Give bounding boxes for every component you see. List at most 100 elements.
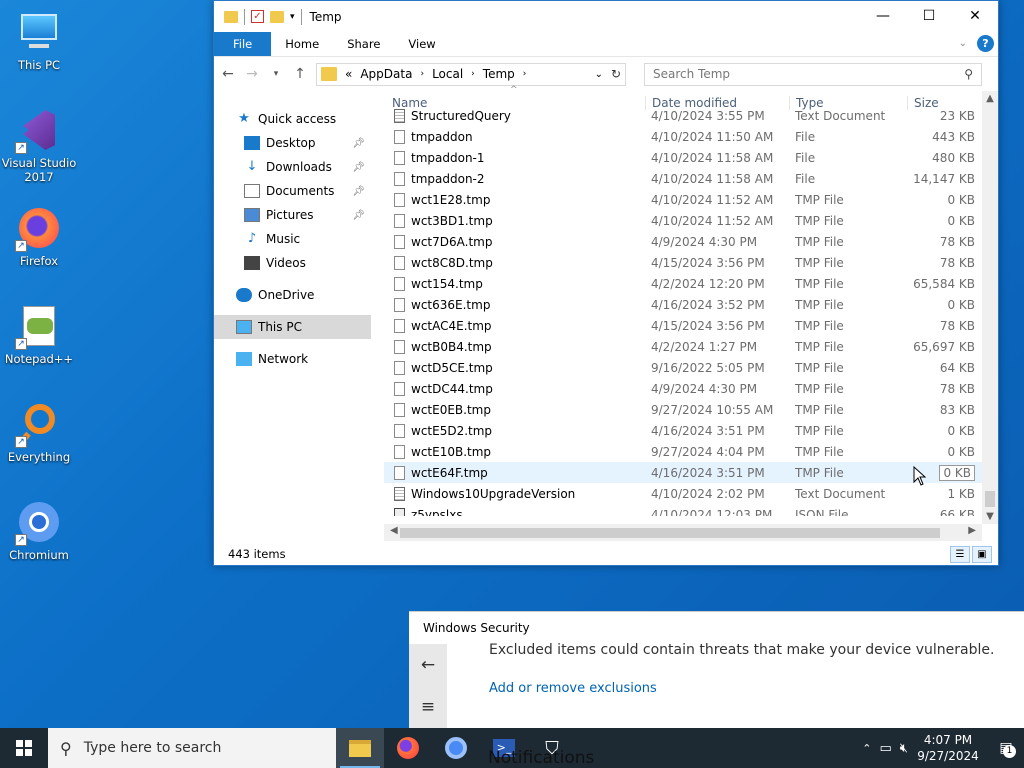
file-size: 0 KB: [947, 192, 975, 207]
search-input[interactable]: Search Temp ⚲: [644, 62, 982, 86]
maximize-button[interactable]: ☐: [906, 1, 952, 32]
pin-icon[interactable]: 📌︎: [352, 162, 365, 173]
breadcrumb-temp[interactable]: Temp: [483, 67, 515, 81]
file-row[interactable]: wctD5CE.tmp 9/16/2022 5:05 PM TMP File 64 K…: [384, 357, 982, 378]
desktop-icon-firefox[interactable]: ↗ Firefox: [1, 204, 77, 268]
address-bar[interactable]: « AppData › Local › Temp › ⌄ ↻: [316, 62, 626, 86]
close-button[interactable]: ✕: [952, 1, 998, 32]
back-button[interactable]: ←: [220, 66, 236, 82]
file-row[interactable]: tmpaddon 4/10/2024 11:50 AM File 443 KB: [384, 126, 982, 147]
new-folder-icon[interactable]: [270, 10, 284, 23]
file-row[interactable]: wct1E28.tmp 4/10/2024 11:52 AM TMP File 0 K…: [384, 189, 982, 210]
menu-icon[interactable]: ≡: [409, 686, 447, 728]
network-icon[interactable]: ▭: [880, 741, 892, 756]
up-button[interactable]: ↑: [292, 66, 308, 82]
file-row[interactable]: wctDC44.tmp 4/9/2024 4:30 PM TMP File 78 KB: [384, 378, 982, 399]
file-explorer-window[interactable]: ✓ ▾ Temp — ☐ ✕ File Home Share View ⌄ ? …: [213, 0, 999, 566]
shortcut-arrow-icon: ↗: [15, 338, 27, 350]
file-row[interactable]: wctB0B4.tmp 4/2/2024 1:27 PM TMP File 65,69…: [384, 336, 982, 357]
nav-item-onedrive[interactable]: OneDrive: [214, 283, 371, 307]
file-row[interactable]: wct3BD1.tmp 4/10/2024 11:52 AM TMP File 0 K…: [384, 210, 982, 231]
details-view-icon[interactable]: ☰: [950, 546, 970, 563]
start-button[interactable]: [0, 728, 48, 768]
clock[interactable]: 4:07 PM 9/27/2024: [916, 732, 980, 764]
nav-item-network[interactable]: Network: [214, 347, 371, 371]
file-row[interactable]: wct7D6A.tmp 4/9/2024 4:30 PM TMP File 78 KB: [384, 231, 982, 252]
forward-button[interactable]: →: [244, 66, 260, 82]
tab-home[interactable]: Home: [271, 32, 333, 56]
file-row[interactable]: wct8C8D.tmp 4/15/2024 3:56 PM TMP File 78 K…: [384, 252, 982, 273]
breadcrumb-overflow[interactable]: «: [345, 67, 352, 81]
recent-locations-icon[interactable]: ▾: [268, 69, 284, 79]
desktop-icon-everything[interactable]: ↗ Everything: [1, 400, 77, 464]
action-center-button[interactable]: ▤ 1: [988, 740, 1024, 758]
folder-icon[interactable]: [224, 10, 238, 23]
desktop-icon-visual-studio[interactable]: ↗ Visual Studio 2017: [1, 106, 77, 184]
file-row[interactable]: wctE5D2.tmp 4/16/2024 3:51 PM TMP File 0 KB: [384, 420, 982, 441]
scroll-left-icon[interactable]: ◀: [390, 525, 398, 536]
file-row[interactable]: tmpaddon-1 4/10/2024 11:58 AM File 480 KB: [384, 147, 982, 168]
volume-muted-icon[interactable]: 🔇︎: [900, 741, 908, 756]
taskbar-file-explorer[interactable]: [336, 728, 384, 768]
scroll-right-icon[interactable]: ▶: [968, 525, 976, 536]
vertical-scrollbar[interactable]: ▲ ▼: [982, 91, 998, 524]
scroll-up-icon[interactable]: ▲: [982, 93, 998, 104]
taskbar-search[interactable]: ⚲ Type here to search: [48, 728, 336, 768]
file-row[interactable]: wctE10B.tmp 9/27/2024 4:04 PM TMP File 0 KB: [384, 441, 982, 462]
refresh-icon[interactable]: ↻: [611, 67, 621, 81]
file-row[interactable]: tmpaddon-2 4/10/2024 11:58 AM File 14,147 K…: [384, 168, 982, 189]
search-icon[interactable]: ⚲: [964, 67, 973, 81]
nav-item-videos[interactable]: Videos: [214, 251, 371, 275]
nav-item-downloads[interactable]: ↓ Downloads 📌︎: [214, 155, 371, 179]
nav-item-label: This PC: [258, 320, 302, 334]
nav-item-desktop[interactable]: Desktop 📌︎: [214, 131, 371, 155]
taskbar-firefox[interactable]: [384, 728, 432, 768]
file-row[interactable]: StructuredQuery 4/10/2024 3:55 PM Text Doc…: [384, 105, 982, 126]
file-row[interactable]: z5ypslxs 4/10/2024 12:03 PM JSON File 66 KB: [384, 504, 982, 516]
horizontal-scrollbar[interactable]: ◀ ▶: [384, 524, 982, 541]
file-rows: StructuredQuery 4/10/2024 3:55 PM Text Doc…: [384, 105, 982, 516]
security-notification[interactable]: Windows Security ← ≡ Excluded items coul…: [409, 611, 1024, 729]
title-bar[interactable]: ✓ ▾ Temp — ☐ ✕: [214, 1, 998, 32]
file-date: 4/9/2024 4:30 PM: [651, 234, 758, 249]
pin-icon[interactable]: 📌︎: [352, 186, 365, 197]
file-row[interactable]: wctAC4E.tmp 4/15/2024 3:56 PM TMP File 78 K…: [384, 315, 982, 336]
add-remove-exclusions-link[interactable]: Add or remove exclusions: [489, 681, 657, 696]
file-row[interactable]: Windows10UpgradeVersion 4/10/2024 2:02 PM…: [384, 483, 982, 504]
taskbar-chromium[interactable]: [432, 728, 480, 768]
breadcrumb-appdata[interactable]: AppData: [360, 67, 412, 81]
scrollbar-thumb[interactable]: [985, 491, 995, 507]
desktop-icon-chromium[interactable]: ↗ Chromium: [1, 498, 77, 562]
expand-ribbon-icon[interactable]: ⌄: [959, 38, 967, 49]
file-size: 78 KB: [939, 234, 975, 249]
nav-item-quick-access[interactable]: ★ Quick access: [214, 107, 371, 131]
back-arrow-icon[interactable]: ←: [409, 644, 447, 686]
help-button[interactable]: ?: [977, 35, 994, 52]
scrollbar-thumb[interactable]: [400, 528, 940, 538]
breadcrumb-local[interactable]: Local: [432, 67, 463, 81]
nav-item-documents[interactable]: Documents 📌︎: [214, 179, 371, 203]
pin-icon[interactable]: 📌︎: [352, 138, 365, 149]
file-icon: [394, 423, 405, 438]
properties-icon[interactable]: ✓: [251, 10, 264, 23]
chevron-up-icon[interactable]: ⌃: [862, 742, 871, 755]
desktop-icon-this-pc[interactable]: This PC: [1, 8, 77, 72]
minimize-button[interactable]: —: [860, 1, 906, 32]
file-row[interactable]: wctE64F.tmp 4/16/2024 3:51 PM TMP File 0 KB: [384, 462, 982, 483]
file-row[interactable]: wct636E.tmp 4/16/2024 3:52 PM TMP File 0 KB: [384, 294, 982, 315]
tab-file[interactable]: File: [214, 32, 272, 56]
pin-icon[interactable]: 📌︎: [352, 210, 365, 221]
large-icons-view-icon[interactable]: ▣: [972, 546, 992, 563]
nav-item-this-pc[interactable]: This PC: [214, 315, 371, 339]
tab-share[interactable]: Share: [333, 32, 394, 56]
file-date: 4/16/2024 3:52 PM: [651, 297, 765, 312]
file-row[interactable]: wctE0EB.tmp 9/27/2024 10:55 AM TMP File 83 …: [384, 399, 982, 420]
nav-item-pictures[interactable]: Pictures 📌︎: [214, 203, 371, 227]
tab-view[interactable]: View: [394, 32, 449, 56]
file-row[interactable]: wct154.tmp 4/2/2024 12:20 PM TMP File 65,58…: [384, 273, 982, 294]
desktop-icon-notepadpp[interactable]: ↗ Notepad++: [1, 302, 77, 366]
quick-access-dropdown-icon[interactable]: ▾: [290, 12, 295, 22]
scroll-down-icon[interactable]: ▼: [982, 511, 998, 522]
chevron-down-icon[interactable]: ⌄: [595, 69, 603, 80]
nav-item-music[interactable]: ♪ Music: [214, 227, 371, 251]
